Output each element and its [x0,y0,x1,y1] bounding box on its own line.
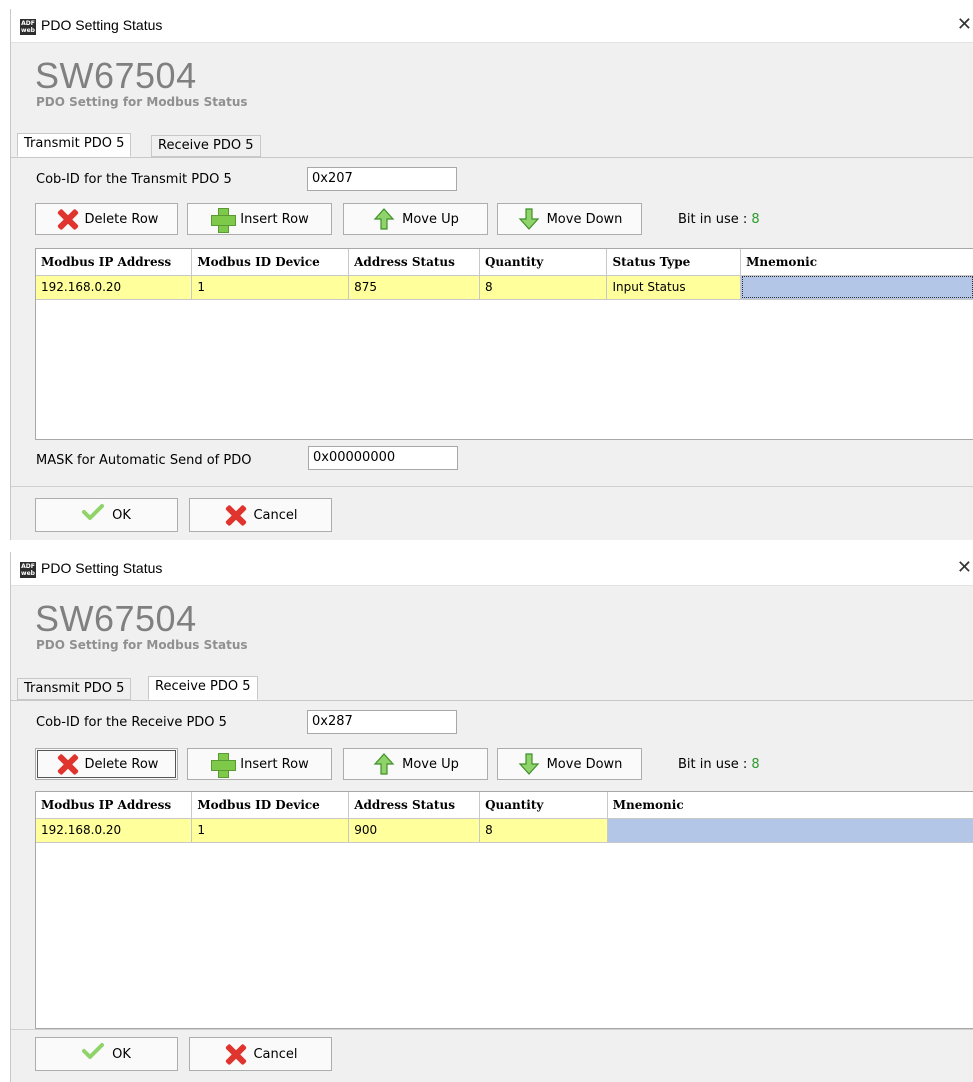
window-title: PDO Setting Status [41,17,163,33]
insert-row-label: Insert Row [240,211,309,227]
ok-button[interactable]: OK [35,1037,178,1071]
page-subtitle: PDO Setting for Modbus Status [36,95,248,109]
column-header[interactable]: Quantity [479,249,608,276]
cancel-icon [223,1042,247,1066]
table-cell[interactable]: 8 [479,275,608,300]
window-title: PDO Setting Status [41,560,163,576]
table-row[interactable]: 192.168.0.20 1 875 8 Input Status [36,275,973,300]
tab-receive-pdo[interactable]: Receive PDO 5 [148,676,258,700]
product-code: SW67504 [35,598,197,639]
move-up-label: Move Up [402,211,459,227]
cob-id-label: Cob-ID for the Transmit PDO 5 [36,172,232,187]
column-header[interactable]: Mnemonic [607,792,973,819]
cancel-icon [223,503,247,527]
column-header[interactable]: Modbus ID Device [191,792,350,819]
delete-row-button[interactable]: Delete Row [35,203,178,235]
pdo-setting-window-transmit: ADF web PDO Setting Status ✕ SW67504 PDO… [10,9,973,540]
column-header[interactable]: Status Type [606,249,742,276]
table-header-row: Modbus IP Address Modbus ID Device Addre… [36,249,973,276]
tab-transmit-pdo[interactable]: Transmit PDO 5 [17,678,132,700]
insert-icon [210,207,237,233]
move-down-label: Move Down [546,756,623,772]
column-header[interactable]: Address Status [348,249,480,276]
mask-input[interactable]: 0x00000000 [308,446,458,470]
tab-receive-pdo[interactable]: Receive PDO 5 [151,135,261,157]
arrow-up-icon [372,752,396,776]
insert-row-label: Insert Row [240,756,309,772]
ok-label: OK [112,507,131,523]
bit-in-use-label: Bit in use : [678,212,752,227]
page-subtitle: PDO Setting for Modbus Status [36,638,248,652]
bit-in-use-value: 8 [751,212,760,227]
arrow-up-icon [372,207,396,231]
move-up-button[interactable]: Move Up [343,203,488,235]
check-icon [82,503,106,527]
title-bar: ADF web PDO Setting Status ✕ [11,552,973,586]
pdo-table: Modbus IP Address Modbus ID Device Addre… [35,791,973,1029]
arrow-down-icon [517,752,541,776]
move-up-button[interactable]: Move Up [343,748,488,780]
app-logo-icon: ADF web [20,19,36,35]
footer-divider [11,1029,973,1030]
column-header[interactable]: Quantity [479,792,608,819]
column-header[interactable]: Modbus IP Address [36,792,193,819]
column-header[interactable]: Mnemonic [740,249,973,276]
tab-transmit-pdo[interactable]: Transmit PDO 5 [17,133,132,157]
move-down-label: Move Down [546,211,623,227]
delete-icon [55,207,79,231]
table-cell[interactable]: 8 [479,818,608,843]
product-code: SW67504 [35,55,197,96]
close-icon[interactable]: ✕ [957,15,972,35]
footer-divider [11,486,973,487]
move-up-label: Move Up [402,756,459,772]
move-down-button[interactable]: Move Down [497,748,642,780]
close-icon[interactable]: ✕ [957,558,972,578]
insert-icon [210,752,237,778]
ok-button[interactable]: OK [35,498,178,532]
column-header[interactable]: Modbus IP Address [36,249,193,276]
ok-label: OK [112,1046,131,1062]
insert-row-button[interactable]: Insert Row [187,203,332,235]
table-cell[interactable]: 192.168.0.20 [36,818,193,843]
cancel-label: Cancel [253,507,298,523]
table-cell[interactable]: 1 [191,818,350,843]
column-header[interactable]: Address Status [348,792,481,819]
table-cell[interactable]: Input Status [606,275,742,300]
mask-label: MASK for Automatic Send of PDO [36,453,252,468]
check-icon [82,1042,106,1066]
pdo-setting-window-receive: ADF web PDO Setting Status ✕ SW67504 PDO… [10,552,973,1082]
move-down-button[interactable]: Move Down [497,203,642,235]
app-logo-icon: ADF web [20,562,36,578]
bit-in-use: Bit in use : 8 [678,212,760,227]
table-cell[interactable]: 875 [348,275,480,300]
cancel-button[interactable]: Cancel [189,498,332,532]
mnemonic-cell[interactable] [740,275,973,300]
bit-in-use-value: 8 [751,757,760,772]
table-row[interactable]: 192.168.0.20 1 900 8 [36,818,973,843]
bit-in-use-label: Bit in use : [678,757,752,772]
cancel-button[interactable]: Cancel [189,1037,332,1071]
cob-id-label: Cob-ID for the Receive PDO 5 [36,715,227,730]
pdo-table: Modbus IP Address Modbus ID Device Addre… [35,248,973,440]
table-cell[interactable]: 900 [348,818,481,843]
column-header[interactable]: Modbus ID Device [191,249,350,276]
delete-row-label: Delete Row [84,211,159,227]
cancel-label: Cancel [253,1046,298,1062]
table-header-row: Modbus IP Address Modbus ID Device Addre… [36,792,973,819]
cob-id-input[interactable]: 0x207 [307,167,457,191]
title-bar: ADF web PDO Setting Status ✕ [11,9,973,43]
insert-row-button[interactable]: Insert Row [187,748,332,780]
delete-icon [55,752,79,776]
cob-id-input[interactable]: 0x287 [307,710,457,734]
delete-row-button[interactable]: Delete Row [35,748,178,780]
bit-in-use: Bit in use : 8 [678,757,760,772]
delete-row-label: Delete Row [84,756,159,772]
table-cell[interactable]: 1 [191,275,350,300]
arrow-down-icon [517,207,541,231]
table-cell[interactable]: 192.168.0.20 [36,275,193,300]
mnemonic-cell[interactable] [607,818,973,843]
